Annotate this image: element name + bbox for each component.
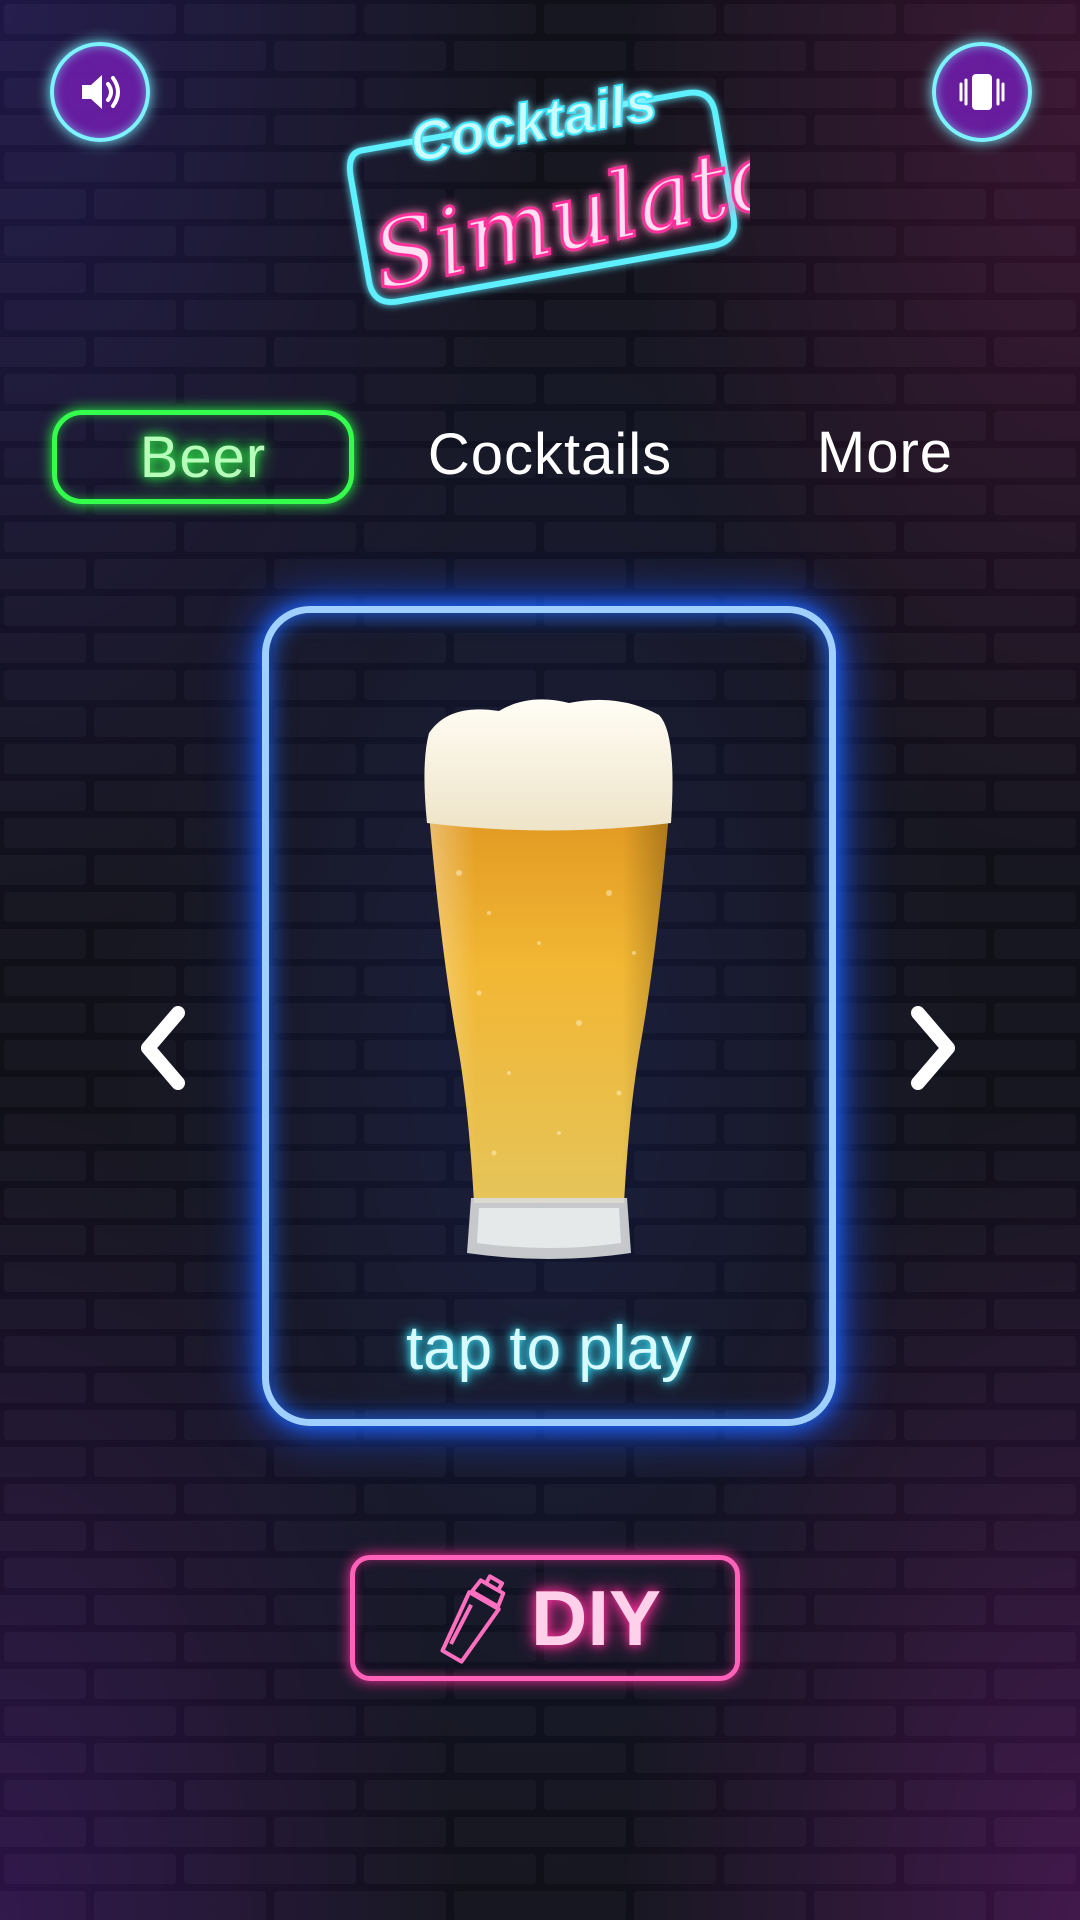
app-logo: Cocktails Simulator [346, 68, 750, 313]
tab-more[interactable]: More [790, 410, 980, 494]
phone-vibrate-icon [959, 74, 1005, 110]
tab-cocktails[interactable]: Cocktails [400, 412, 700, 496]
previous-button[interactable] [128, 998, 198, 1098]
tap-to-play-label: tap to play [405, 1314, 693, 1383]
diy-button[interactable]: DIY [350, 1555, 740, 1681]
category-tabs: Beer Cocktails More [0, 410, 1080, 504]
diy-label: DIY [530, 1573, 662, 1662]
chevron-left-icon [141, 1006, 185, 1090]
beer-glass-image [424, 699, 673, 1259]
tab-beer[interactable]: Beer [52, 410, 354, 504]
chevron-right-icon [911, 1006, 955, 1090]
vibration-button[interactable] [932, 42, 1032, 142]
next-button[interactable] [898, 998, 968, 1098]
speaker-volume-icon [82, 75, 120, 109]
sound-button[interactable] [50, 42, 150, 142]
cocktail-shaker-icon [440, 1574, 506, 1664]
drink-card[interactable]: tap to play [262, 606, 836, 1426]
